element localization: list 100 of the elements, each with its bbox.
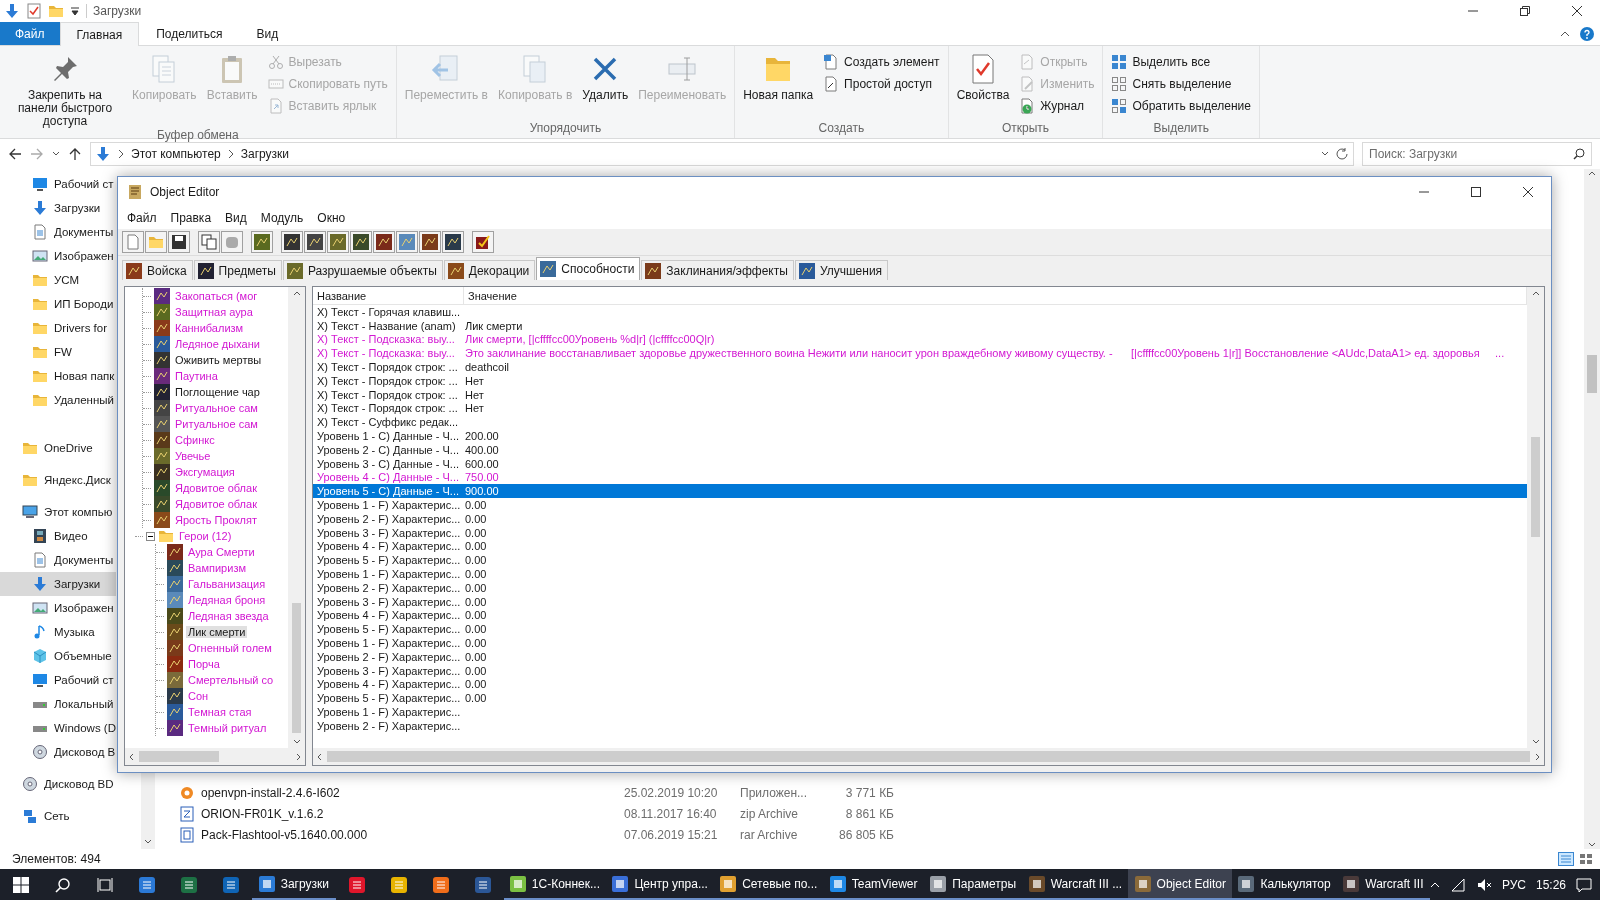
tree-item[interactable]: Гальванизация [186,578,268,590]
toolbar-button[interactable] [281,231,303,253]
tree-item[interactable]: Темная стая [186,706,254,718]
scrollbar[interactable] [125,748,305,765]
tree-item[interactable]: Порча [186,658,222,670]
table-row[interactable]: Уровень 2 - F) Характерис... 0.00 [313,649,1527,664]
toolbar-button[interactable] [373,231,395,253]
nav-item[interactable]: Удаленный [0,388,116,412]
toolbar-button[interactable] [198,231,220,253]
tree-item[interactable]: Герои (12) [177,530,234,542]
table-row[interactable]: Уровень 5 - F) Характерис... 0.00 [313,622,1527,637]
ribbon-tab[interactable]: Вид [239,22,296,45]
editor-tab[interactable]: Заклинания/эффекты [641,260,794,280]
tree-item[interactable]: Защитная аура [173,306,255,318]
scroll-thumb[interactable] [327,751,1530,762]
editor-tab[interactable]: Разрушаемые объекты [282,260,443,280]
app-icon[interactable] [390,876,407,893]
nav-item[interactable]: Рабочий ст [0,172,116,196]
table-row[interactable]: Уровень 1 - F) Характерис... 0.00 [313,498,1527,512]
tree-item[interactable]: Ледяное дыхани [173,338,262,350]
table-row[interactable]: Уровень 3 - F) Характерис... 0.00 [313,594,1527,609]
nav-item[interactable]: Документы [0,548,116,572]
ribbon-button[interactable]: Закрепить на панели быстрого доступа [4,49,126,128]
nav-item[interactable]: Загрузки [0,572,116,596]
nav-item[interactable]: ИП Бороди [0,292,116,316]
ribbon-button[interactable]: Выделить все [1107,51,1255,73]
language-indicator[interactable]: РУС [1501,877,1526,892]
taskbar-button[interactable]: Параметры [923,869,1023,900]
editor-tab[interactable]: Войска [122,260,193,280]
table-row[interactable]: Уровень 1 - F) Характерис... 0.00 [313,636,1527,650]
tree-item[interactable]: Оживить мертвы [173,354,264,366]
search-icon[interactable] [55,876,71,893]
table-row[interactable]: Уровень 5 - F) Характерис... 0.00 [313,691,1527,706]
taskbar-button[interactable]: Сетевые по... [714,869,824,900]
toolbar-button[interactable] [350,231,372,253]
up-arrow-icon[interactable] [68,147,82,161]
menu-item[interactable]: Окно [310,209,353,227]
scroll-thumb[interactable] [292,602,301,733]
editor-tab[interactable]: Декорации [443,260,536,280]
notification-icon[interactable] [1576,876,1592,893]
app-icon[interactable] [474,876,491,893]
tree-item[interactable]: Ритуальное сам [173,418,260,430]
ribbon-button[interactable]: Новая папка [739,49,818,121]
taskbar-button[interactable]: Object Editor [1128,869,1233,900]
network-icon[interactable] [1449,876,1466,893]
editor-tab[interactable]: Улучшения [794,260,889,280]
table-row[interactable]: X) Текст - Название (anam) Лик смерти [313,318,1527,333]
ribbon-button[interactable]: Простой доступ [819,73,944,95]
back-arrow-icon[interactable] [8,147,22,161]
breadcrumb[interactable]: Загрузки [240,147,290,161]
scrollbar[interactable] [1584,169,1600,849]
tiles-view-icon[interactable] [1578,852,1594,866]
nav-item[interactable]: УСМ [0,268,116,292]
tree-item[interactable]: Ледяная броня [186,594,268,606]
tree-item[interactable]: Аура Смерти [186,546,257,558]
nav-item[interactable]: Этот компью [0,500,116,524]
tree-item[interactable]: Ритуальное сам [173,402,260,414]
ribbon-button[interactable]: Удалить [578,49,633,121]
nav-item[interactable]: Дисковод BD [0,772,116,796]
nav-item[interactable]: Windows (D [0,716,116,740]
clock[interactable]: 15:26 [1536,877,1566,892]
checked-page-icon[interactable] [26,3,42,19]
chevron-down-icon[interactable] [1321,150,1329,158]
table-row[interactable]: Уровень 3 - F) Характерис... 0.00 [313,525,1527,540]
tree-item[interactable]: Закопаться (мог [173,290,260,302]
tree-item[interactable]: Каннибализм [173,322,246,334]
menu-item[interactable]: Файл [120,209,164,227]
menu-item[interactable]: Правка [163,209,219,227]
nav-item[interactable]: Изображен [0,596,116,620]
scroll-thumb[interactable] [1531,437,1540,537]
table-row[interactable]: Уровень 2 - F) Характерис... 0.00 [313,511,1527,526]
tree-item[interactable]: Лик смерти [186,626,248,638]
app-icon[interactable] [181,876,197,893]
tree-item[interactable]: Эксгумация [173,466,237,478]
toolbar-button[interactable] [442,231,464,253]
download-icon[interactable] [4,3,20,19]
table-row[interactable]: Уровень 3 - F) Характерис... 0.00 [313,663,1527,678]
ribbon-tab[interactable]: Файл [0,22,60,45]
nav-item[interactable]: Загрузки [0,196,116,220]
table-row[interactable]: X) Текст - Подсказка: выу... Это заклинание восстанавливает здоровье дружественного воина Нежити или наносит урон враждебному живому существу. - [|cffffcc00Уровень 1|r]] Восстановление <AUdc,DataA1> ед. здоровья ... [313,346,1527,361]
scroll-thumb[interactable] [139,751,219,762]
table-row[interactable]: Уровень 1 - F) Характерис... 0.00 [313,567,1527,581]
tree-item[interactable]: Темный ритуал [186,722,269,734]
ribbon-button[interactable]: Свойства [952,49,1014,121]
file-name[interactable]: ORION-FR01K_v.1.6.2 [201,806,324,821]
tree-item[interactable]: Ядовитое облак [173,498,259,510]
nav-item[interactable]: Изображен [0,244,116,268]
tree-item[interactable]: Смертельный со [186,674,276,686]
scroll-thumb[interactable] [1587,355,1597,393]
table-row[interactable]: X) Текст - Порядок строк: ... deathcoil [313,360,1527,374]
nav-item[interactable]: Объемные [0,644,116,668]
nav-item[interactable]: Сеть [0,804,116,828]
tree-item[interactable]: Ледяная звезда [186,610,271,622]
editor-tab[interactable]: Предметы [193,260,282,280]
search-field[interactable]: Поиск: Загрузки [1362,142,1592,166]
editor-tab[interactable]: Способности [536,257,641,280]
table-row[interactable]: Уровень 4 - F) Характерис... 0.00 [313,608,1527,623]
taskbar-button[interactable]: Загрузки [252,869,336,900]
toolbar-button[interactable] [168,231,190,253]
ribbon-button[interactable]: Создать элемент [819,51,944,73]
